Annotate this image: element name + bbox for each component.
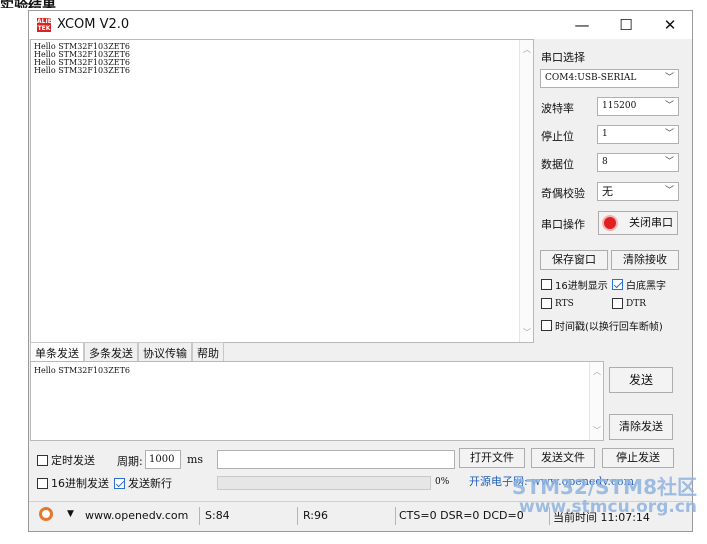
white-bg-label: 白底黑字	[626, 281, 666, 292]
xcom-window: ALIEN TEK XCOM V2.0 — ☐ ✕ Hello STM32F103…	[28, 10, 693, 532]
status-url[interactable]: www.openedv.com	[85, 509, 188, 522]
chevron-down-icon: ﹀	[664, 101, 674, 111]
close-port-label: 关闭串口	[629, 216, 673, 229]
send-button[interactable]: 发送	[609, 367, 673, 393]
dtr-label: DTR	[626, 298, 646, 309]
send-newline-box[interactable]	[114, 477, 125, 489]
period-input[interactable]: 1000	[145, 450, 181, 469]
send-newline-checkbox[interactable]: 发送新行	[114, 475, 172, 491]
timestamp-checkbox[interactable]: 时间戳(以换行回车断帧)	[541, 318, 663, 333]
file-path-input[interactable]	[217, 450, 455, 469]
title-bar: ALIEN TEK XCOM V2.0 — ☐ ✕	[29, 11, 692, 39]
close-button[interactable]: ✕	[648, 11, 692, 39]
status-divider	[199, 507, 200, 525]
receive-area[interactable]: Hello STM32F103ZET6 Hello STM32F103ZET6 …	[30, 39, 534, 343]
send-scrollbar[interactable]: ︿ ﹀	[589, 362, 603, 440]
timed-send-label: 定时发送	[51, 454, 95, 467]
close-port-button[interactable]: 关闭串口	[598, 211, 678, 235]
port-operation-label: 串口操作	[541, 218, 585, 231]
window-title: XCOM V2.0	[57, 17, 130, 32]
data-bits-label: 数据位	[541, 158, 574, 171]
status-signals: CTS=0 DSR=0 DCD=0	[399, 509, 524, 522]
stop-bits-select-value: 1	[602, 129, 608, 139]
timed-send-checkbox[interactable]: 定时发送	[37, 452, 95, 468]
scroll-down-icon[interactable]: ﹀	[592, 425, 602, 436]
maximize-button[interactable]: ☐	[604, 11, 648, 39]
baud-select-value: 115200	[602, 101, 637, 111]
tab-protocol[interactable]: 协议传输	[138, 342, 192, 362]
tab-single-send[interactable]: 单条发送	[30, 342, 84, 362]
watermark: STM32/STM8社区 www.stmcu.org.cn	[512, 476, 697, 516]
period-label: 周期:	[117, 455, 143, 468]
open-file-button[interactable]: 打开文件	[459, 448, 525, 468]
data-bits-select[interactable]: 8 ﹀	[597, 153, 679, 172]
hex-display-box[interactable]	[541, 279, 552, 290]
watermark-line-1: STM32/STM8社区	[512, 475, 697, 499]
port-select-value: COM4:USB-SERIAL	[545, 73, 637, 83]
timed-send-box[interactable]	[37, 454, 48, 466]
clear-receive-button[interactable]: 清除接收	[611, 250, 679, 270]
send-tabs: 单条发送 多条发送 协议传输 帮助	[30, 342, 224, 362]
scroll-up-icon[interactable]: ︿	[592, 366, 602, 377]
status-divider	[395, 507, 396, 525]
stop-bits-select[interactable]: 1 ﹀	[597, 125, 679, 144]
chevron-down-icon: ﹀	[664, 186, 674, 196]
watermark-line-2: www.stmcu.org.cn	[519, 497, 697, 517]
dtr-box[interactable]	[612, 298, 623, 309]
settings-icon[interactable]	[39, 507, 53, 521]
app-logo-icon: ALIEN TEK	[37, 18, 57, 32]
status-sent-count: S:84	[205, 509, 230, 522]
rts-label: RTS	[555, 298, 574, 309]
rts-box[interactable]	[541, 298, 552, 309]
receive-text: Hello STM32F103ZET6 Hello STM32F103ZET6 …	[34, 42, 131, 75]
baud-select[interactable]: 115200 ﹀	[597, 97, 679, 116]
send-newline-label: 发送新行	[128, 477, 172, 490]
hex-display-label: 16进制显示	[555, 281, 608, 292]
chevron-down-icon: ﹀	[664, 129, 674, 139]
stop-send-button[interactable]: 停止发送	[602, 448, 674, 468]
receive-scrollbar[interactable]: ︿ ﹀	[519, 40, 533, 342]
parity-select-value: 无	[602, 185, 613, 198]
scroll-down-icon[interactable]: ﹀	[522, 327, 532, 338]
status-received-count: R:96	[303, 509, 329, 522]
timestamp-box[interactable]	[541, 320, 552, 331]
progress-percent: 0%	[435, 477, 450, 487]
save-window-button[interactable]: 保存窗口	[540, 250, 608, 270]
hex-send-box[interactable]	[37, 477, 48, 489]
baud-label: 波特率	[541, 102, 574, 115]
rts-checkbox[interactable]: RTS	[541, 298, 574, 309]
hex-send-label: 16进制发送	[51, 477, 109, 490]
hex-send-checkbox[interactable]: 16进制发送	[37, 475, 109, 491]
clear-send-button[interactable]: 清除发送	[609, 414, 673, 440]
hex-display-checkbox[interactable]: 16进制显示	[541, 277, 608, 292]
send-text: Hello STM32F103ZET6	[34, 366, 131, 375]
port-label: 串口选择	[541, 51, 585, 64]
tab-multi-send[interactable]: 多条发送	[84, 342, 138, 362]
white-bg-checkbox[interactable]: 白底黑字	[612, 277, 666, 292]
stop-bits-label: 停止位	[541, 130, 574, 143]
minimize-button[interactable]: —	[560, 11, 604, 39]
chevron-down-icon: ﹀	[664, 157, 674, 167]
send-input[interactable]: Hello STM32F103ZET6 ︿ ﹀	[30, 361, 604, 441]
dtr-checkbox[interactable]: DTR	[612, 298, 646, 309]
scroll-up-icon[interactable]: ︿	[522, 44, 532, 55]
parity-label: 奇偶校验	[541, 187, 585, 200]
port-status-icon	[604, 217, 616, 229]
timestamp-label: 时间戳(以换行回车断帧)	[555, 322, 663, 333]
status-divider	[297, 507, 298, 525]
send-progress-bar	[217, 476, 431, 490]
chevron-down-icon: ﹀	[664, 73, 674, 83]
data-bits-select-value: 8	[602, 157, 608, 167]
period-unit: ms	[187, 453, 204, 466]
white-bg-box[interactable]	[612, 279, 623, 290]
port-select[interactable]: COM4:USB-SERIAL ﹀	[540, 69, 679, 88]
parity-select[interactable]: 无 ﹀	[597, 182, 679, 201]
page-heading: 实验结果	[0, 0, 56, 8]
send-file-button[interactable]: 发送文件	[531, 448, 595, 468]
tab-help[interactable]: 帮助	[192, 342, 224, 362]
dropdown-arrow-icon[interactable]: ▼	[67, 509, 74, 519]
